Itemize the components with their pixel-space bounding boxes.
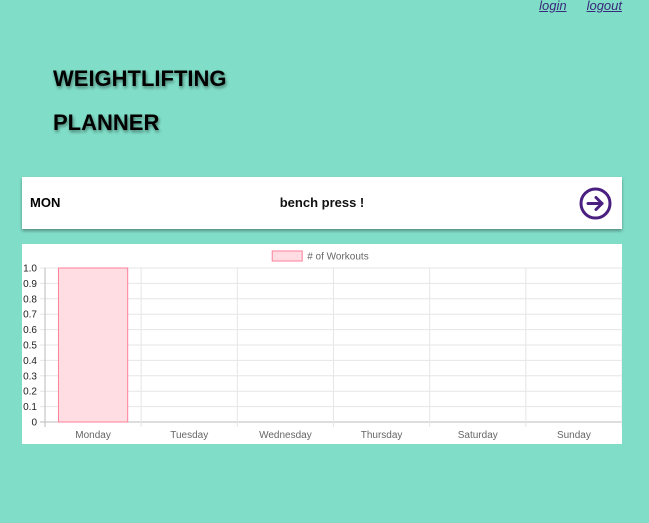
app-title: WEIGHTLIFTING PLANNER xyxy=(53,57,227,145)
day-card: MON bench press ! xyxy=(22,177,622,229)
y-tick-label: 0 xyxy=(31,418,37,429)
y-tick-label: 0.8 xyxy=(23,294,37,305)
workouts-chart-svg: 1.0 0.9 0.8 0.7 0.6 0.5 0.4 0.3 0.2 0.1 0 Monday Tue… xyxy=(23,250,622,441)
y-tick-label: 0.6 xyxy=(23,325,37,336)
y-tick-label: 1.0 xyxy=(23,264,37,275)
legend-label: # of Workouts xyxy=(307,252,369,263)
y-tick-label: 0.7 xyxy=(23,310,37,321)
x-tick-label: Saturday xyxy=(458,430,498,441)
legend-swatch xyxy=(271,250,303,262)
bar-monday xyxy=(57,267,129,423)
y-tick-label: 0.5 xyxy=(23,341,37,352)
y-tick-label: 0.1 xyxy=(23,402,37,413)
y-tick-label: 0.4 xyxy=(23,356,37,367)
x-tick-label: Wednesday xyxy=(259,430,312,441)
arrow-right-circle-icon[interactable] xyxy=(579,187,612,220)
y-tick-label: 0.9 xyxy=(23,279,37,290)
x-tick-label: Monday xyxy=(75,430,111,441)
x-tick-label: Thursday xyxy=(361,430,403,441)
login-link[interactable]: login xyxy=(539,0,566,13)
x-tick-label: Sunday xyxy=(557,430,591,441)
top-nav: login logout xyxy=(539,0,622,13)
y-tick-label: 0.3 xyxy=(23,371,37,382)
app-title-line-1: WEIGHTLIFTING xyxy=(53,66,227,91)
page: { "nav": { "login_label": "login", "logo… xyxy=(0,0,649,523)
workout-label: bench press ! xyxy=(279,195,365,210)
workouts-chart: 1.0 0.9 0.8 0.7 0.6 0.5 0.4 0.3 0.2 0.1 0 Monday Tue… xyxy=(22,244,622,444)
y-tick-label: 0.2 xyxy=(23,387,37,398)
x-tick-label: Tuesday xyxy=(170,430,208,441)
app-title-line-2: PLANNER xyxy=(53,110,160,135)
logout-link[interactable]: logout xyxy=(587,0,622,13)
